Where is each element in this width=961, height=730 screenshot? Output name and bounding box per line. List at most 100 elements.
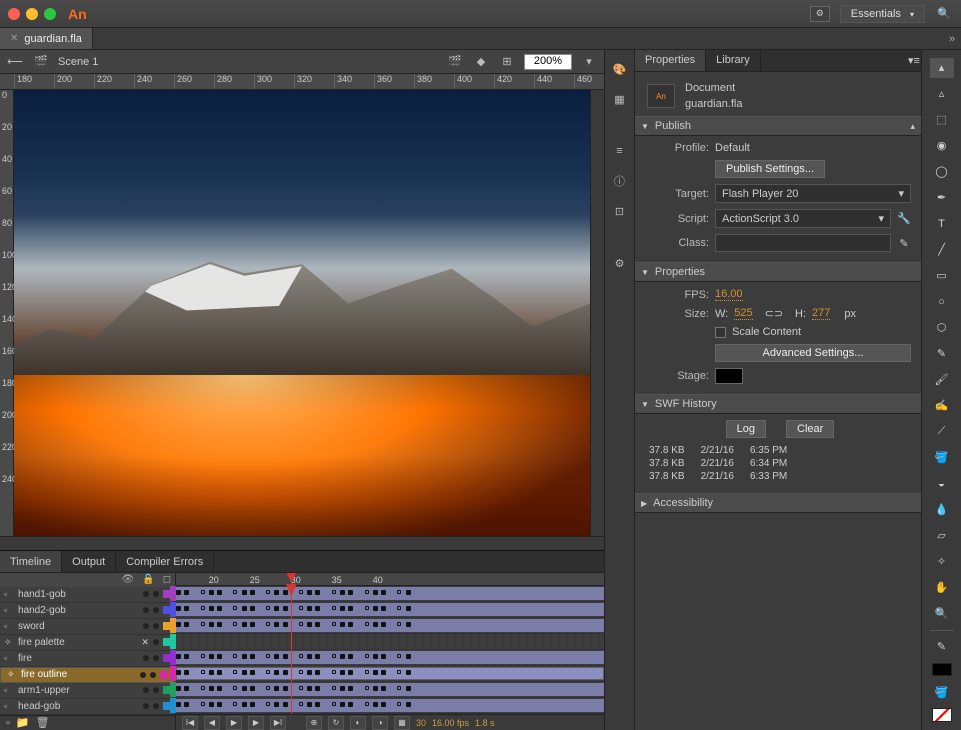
keyframe[interactable] [217, 622, 222, 627]
stage-color-swatch[interactable] [715, 368, 743, 384]
keyframe[interactable] [217, 654, 222, 659]
maximize-icon[interactable] [44, 8, 56, 20]
keyframe[interactable] [381, 686, 386, 691]
stroke-color-swatch[interactable] [932, 663, 952, 677]
keyframe[interactable] [217, 606, 222, 611]
track-row[interactable] [176, 666, 604, 682]
scrollbar-vertical[interactable] [590, 90, 604, 536]
target-select[interactable]: Flash Player 20 ▾ [715, 184, 911, 203]
keyframe[interactable] [406, 606, 411, 611]
pencil-tool-icon[interactable]: ✎ [930, 344, 954, 364]
text-tool-icon[interactable]: T [930, 214, 954, 234]
keyframe[interactable] [299, 670, 303, 674]
panel-tab[interactable]: Library [706, 50, 761, 71]
zoom-dropdown-icon[interactable]: ▾ [580, 54, 598, 70]
lock-dot[interactable] [153, 591, 159, 597]
swf-section-header[interactable]: ▼ SWF History [635, 394, 921, 414]
keyframe[interactable] [209, 686, 214, 691]
keyframe[interactable] [176, 622, 181, 627]
keyframe[interactable] [332, 670, 336, 674]
3d-rotation-tool-icon[interactable]: ◉ [930, 136, 954, 156]
height-value[interactable]: 277 [812, 307, 830, 320]
frame-span[interactable] [176, 587, 604, 600]
keyframe[interactable] [233, 622, 237, 626]
keyframe[interactable] [209, 654, 214, 659]
keyframe[interactable] [283, 702, 288, 707]
keyframe[interactable] [406, 622, 411, 627]
keyframe[interactable] [242, 606, 247, 611]
keyframe[interactable] [397, 686, 401, 690]
layer-row[interactable]: ✧fire palette✕ [0, 635, 175, 651]
publish-section-header[interactable]: ▼ Publish ▴ [635, 116, 921, 136]
keyframe[interactable] [397, 654, 401, 658]
document-tab[interactable]: ✕ guardian.fla [0, 28, 93, 49]
onion-skin-button[interactable]: ◐ [350, 716, 366, 730]
center-frame-button[interactable]: ⊕ [306, 716, 322, 730]
frame-ruler[interactable]: 2025303540 [176, 573, 604, 586]
keyframe[interactable] [406, 686, 411, 691]
keyframe[interactable] [283, 686, 288, 691]
keyframe[interactable] [201, 702, 205, 706]
fill-color-swatch[interactable] [932, 708, 952, 722]
pencil-icon[interactable]: ✎ [897, 237, 911, 250]
stage-canvas[interactable] [14, 90, 590, 536]
keyframe[interactable] [373, 686, 378, 691]
keyframe[interactable] [266, 622, 270, 626]
keyframe[interactable] [299, 622, 303, 626]
subselection-tool-icon[interactable]: ▵ [930, 84, 954, 104]
keyframe[interactable] [250, 686, 255, 691]
align-icon[interactable]: ≡ [610, 142, 630, 160]
rectangle-tool-icon[interactable]: ▭ [930, 266, 954, 286]
eyedropper-tool-icon[interactable]: 💧 [930, 500, 954, 520]
keyframe[interactable] [381, 606, 386, 611]
keyframe[interactable] [307, 590, 312, 595]
visibility-dot[interactable] [143, 703, 149, 709]
keyframe[interactable] [283, 606, 288, 611]
onion-skin-outline-button[interactable]: ◑ [372, 716, 388, 730]
track-row[interactable] [176, 682, 604, 698]
keyframe[interactable] [176, 590, 181, 595]
keyframe[interactable] [209, 590, 214, 595]
lasso-tool-icon[interactable]: ◯ [930, 162, 954, 182]
track-row[interactable] [176, 698, 604, 714]
keyframe[interactable] [233, 654, 237, 658]
keyframe[interactable] [184, 606, 189, 611]
fps-value[interactable]: 16.00 [715, 288, 743, 301]
keyframe[interactable] [266, 686, 270, 690]
keyframe[interactable] [406, 670, 411, 675]
keyframe[interactable] [242, 622, 247, 627]
timeline-tab[interactable]: Timeline [0, 551, 62, 572]
wrench-icon[interactable]: 🔧 [897, 212, 911, 225]
frame-span[interactable] [176, 667, 604, 680]
keyframe[interactable] [283, 670, 288, 675]
pen-tool-icon[interactable]: ✒ [930, 188, 954, 208]
back-icon[interactable]: ⟵ [6, 54, 24, 70]
keyframe[interactable] [217, 686, 222, 691]
frame-span[interactable] [176, 699, 604, 712]
keyframe[interactable] [373, 590, 378, 595]
keyframe[interactable] [201, 654, 205, 658]
stroke-color-icon[interactable]: ✎ [930, 637, 954, 657]
keyframe[interactable] [397, 702, 401, 706]
brush-tool-icon[interactable]: 🖌 [930, 370, 954, 390]
tracks-area[interactable] [176, 586, 604, 714]
keyframe[interactable] [348, 702, 353, 707]
keyframe[interactable] [373, 622, 378, 627]
timeline-tab[interactable]: Output [62, 551, 116, 572]
keyframe[interactable] [340, 590, 345, 595]
edit-symbol-icon[interactable]: ◆ [472, 54, 490, 70]
lock-dot[interactable] [153, 655, 159, 661]
keyframe[interactable] [201, 606, 205, 610]
lock-dot[interactable] [153, 623, 159, 629]
lock-dot[interactable] [150, 672, 156, 678]
close-tab-icon[interactable]: ✕ [10, 33, 18, 44]
panel-tab[interactable]: Properties [635, 50, 706, 71]
new-layer-icon[interactable]: ▫ [6, 717, 10, 729]
keyframe[interactable] [348, 622, 353, 627]
keyframe[interactable] [315, 702, 320, 707]
swatches-icon[interactable]: ▦ [610, 90, 630, 108]
keyframe[interactable] [397, 670, 401, 674]
keyframe[interactable] [365, 670, 369, 674]
visibility-dot[interactable] [143, 655, 149, 661]
keyframe[interactable] [307, 686, 312, 691]
